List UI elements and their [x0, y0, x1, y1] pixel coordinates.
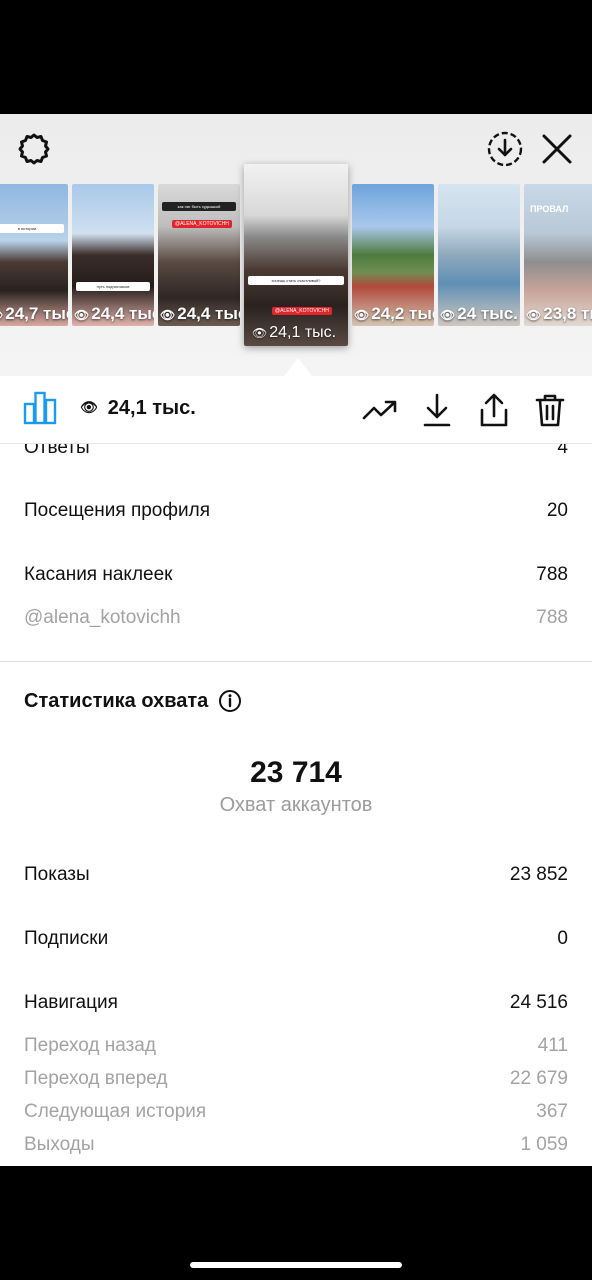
- accounts-reached-label: Охват аккаунтов: [219, 794, 373, 816]
- story-caption: путь подписчиков: [76, 282, 150, 291]
- stat-label: Показы: [24, 864, 90, 885]
- stat-value: 24 516: [509, 992, 568, 1013]
- stat-label: Выходы: [24, 1134, 95, 1155]
- story-view-count: 👁24,7 тыс.: [0, 304, 68, 324]
- mention-sticker: @ALENA_KOTOVICHH: [172, 220, 232, 228]
- eye-icon: 👁: [160, 308, 176, 322]
- section-divider: [0, 661, 592, 662]
- stat-label: Навигация: [24, 992, 118, 1013]
- stat-label: Переход вперед: [24, 1068, 168, 1089]
- story-insights-screen: в истории 👁24,7 тыс. путь подписчиков 👁2…: [0, 114, 592, 1166]
- story-caption: хочешь стать счастливой?: [248, 276, 344, 285]
- info-icon[interactable]: [218, 689, 242, 713]
- story-strip-header: в истории 👁24,7 тыс. путь подписчиков 👁2…: [0, 114, 592, 376]
- selection-pointer: [284, 358, 312, 376]
- stat-label: Следующая история: [24, 1101, 207, 1122]
- stat-row-replies: Ответы 4: [24, 444, 568, 459]
- stat-row-exits: Выходы 1 059: [24, 1134, 568, 1156]
- bar-chart-icon[interactable]: [22, 390, 58, 431]
- eye-icon: 👁: [354, 308, 370, 322]
- stat-label: Касания наклеек: [24, 564, 173, 585]
- reach-section-title: Статистика охвата: [24, 689, 242, 713]
- stat-row-impressions: Показы 23 852: [24, 864, 568, 886]
- story-thumbnail[interactable]: 👁24,2 тыс.: [352, 184, 434, 326]
- story-view-count: 👁 24 тыс.: [440, 304, 518, 323]
- stat-row-sticker-handle[interactable]: @alena_kotovichh 788: [24, 607, 568, 629]
- save-download-circle-icon[interactable]: [486, 130, 524, 168]
- stat-value: 0: [557, 928, 568, 949]
- stat-value: 788: [536, 564, 568, 585]
- stat-row-profile-visits: Посещения профиля 20: [24, 500, 568, 522]
- stat-row-sticker-taps: Касания наклеек 788: [24, 564, 568, 586]
- stat-label: @alena_kotovichh: [24, 607, 181, 628]
- close-icon[interactable]: [538, 130, 576, 168]
- stat-row-navigation: Навигация 24 516: [24, 992, 568, 1014]
- story-thumbnail[interactable]: 👁 24 тыс.: [438, 184, 520, 326]
- stat-label: Посещения профиля: [24, 500, 210, 521]
- stat-value: 411: [537, 1035, 568, 1056]
- story-view-count: 👁24,4 тыс.: [74, 304, 154, 323]
- story-thumbnail-selected[interactable]: хочешь стать счастливой? @ALENA_KOTOVICH…: [244, 164, 348, 346]
- story-thumbnail[interactable]: как пиг быть худышкой @ALENA_KOTOVICHH 👁…: [158, 184, 240, 326]
- story-view-count: 👁24,4 тыс.: [160, 304, 240, 323]
- eye-icon: 👁: [80, 399, 98, 415]
- stat-label: Подписки: [24, 928, 109, 949]
- stat-value: 23 852: [509, 864, 568, 885]
- accounts-reached-value: 23 714: [250, 756, 342, 789]
- insights-toolbar: 👁 24,1 тыс.: [0, 376, 592, 444]
- stat-value: 4: [557, 444, 568, 458]
- delete-trash-icon[interactable]: [530, 390, 570, 430]
- stat-value: 1 059: [520, 1134, 568, 1155]
- stat-row-next-story: Следующая история 367: [24, 1101, 568, 1123]
- stat-value: 367: [536, 1101, 568, 1122]
- story-view-total: 👁 24,1 тыс.: [80, 397, 196, 419]
- eye-icon: 👁: [252, 326, 268, 340]
- mention-sticker: @ALENA_KOTOVICHH: [272, 307, 332, 315]
- download-icon[interactable]: [417, 390, 457, 430]
- stat-label: Переход назад: [24, 1035, 156, 1056]
- story-caption: в истории: [0, 224, 64, 233]
- story-thumbnail[interactable]: в истории 👁24,7 тыс.: [0, 184, 68, 326]
- stat-value: 22 679: [509, 1068, 568, 1089]
- eye-icon: 👁: [74, 308, 90, 322]
- eye-icon: 👁: [526, 308, 542, 322]
- promote-trend-icon[interactable]: [360, 390, 400, 430]
- story-caption: ПРОВАЛ: [530, 204, 569, 214]
- stat-label: Ответы: [24, 444, 90, 458]
- home-indicator[interactable]: [190, 1262, 402, 1268]
- story-view-count: 👁23,8 тыс.: [526, 304, 592, 323]
- story-view-count: 👁 24,1 тыс.: [252, 324, 337, 341]
- story-view-count: 👁24,2 тыс.: [354, 304, 434, 323]
- story-thumbnail[interactable]: путь подписчиков 👁24,4 тыс.: [72, 184, 154, 326]
- stat-row-forward: Переход вперед 22 679: [24, 1068, 568, 1090]
- story-thumbnail-strip: в истории 👁24,7 тыс. путь подписчиков 👁2…: [0, 164, 592, 346]
- story-thumbnail[interactable]: ПРОВАЛ 👁23,8 тыс.: [524, 184, 592, 326]
- share-icon[interactable]: [474, 390, 514, 430]
- insights-stats-list: Ответы 4 Посещения профиля 20 Касания на…: [0, 444, 592, 1166]
- stat-row-follows: Подписки 0: [24, 928, 568, 950]
- eye-icon: 👁: [0, 308, 3, 322]
- settings-gear-icon[interactable]: [15, 130, 53, 168]
- stat-value: 788: [536, 607, 568, 628]
- eye-icon: 👁: [440, 308, 456, 322]
- stat-row-back: Переход назад 411: [24, 1035, 568, 1057]
- story-caption: как пиг быть худышкой: [162, 202, 236, 211]
- stat-value: 20: [546, 500, 568, 521]
